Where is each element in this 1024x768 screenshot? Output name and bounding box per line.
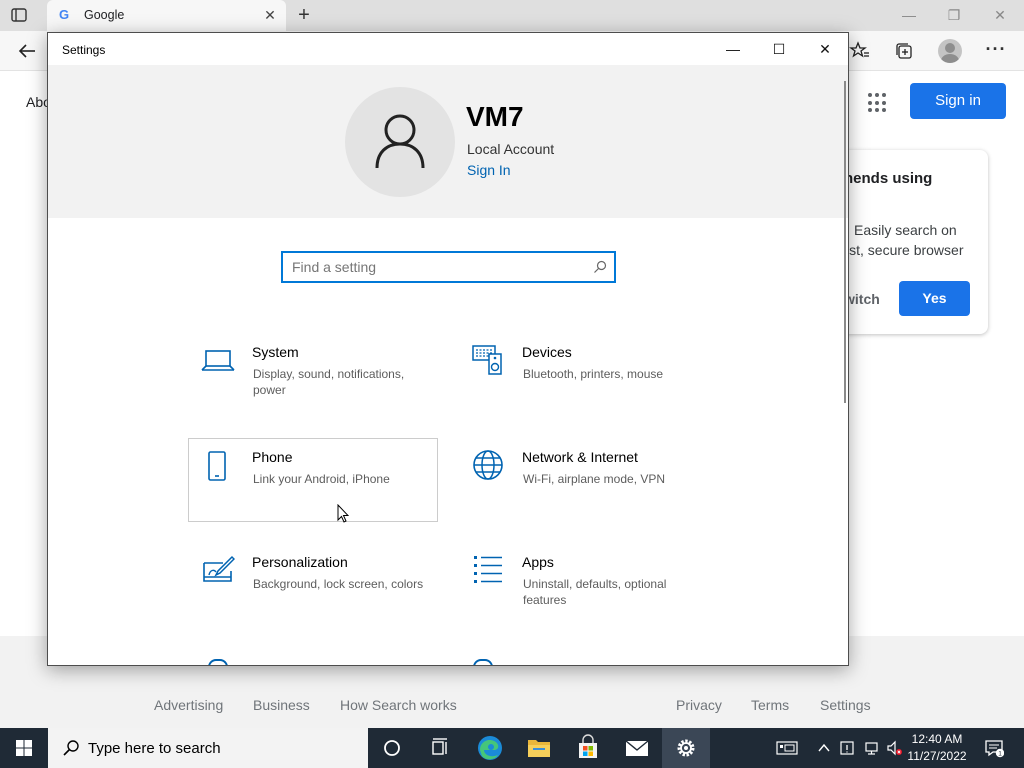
settings-window: Settings — ☐ ✕ VM7 Local Account Sign In (47, 32, 849, 666)
time-language-icon-partial (473, 659, 493, 665)
category-name: System (252, 344, 299, 360)
globe-icon (473, 450, 503, 480)
settings-window-title: Settings (62, 43, 106, 57)
footer-how-search-works-link[interactable]: How Search works (340, 697, 457, 713)
promo-text: Easily search on ist, secure browser (846, 220, 988, 260)
category-name: Devices (522, 344, 572, 360)
settings-maximize-button[interactable]: ☐ (756, 33, 802, 65)
browser-restore-button[interactable]: ❐ (944, 6, 964, 24)
tab-title: Google (84, 8, 125, 22)
category-system[interactable]: System Display, sound, notifications, po… (188, 333, 438, 417)
taskbar-search-placeholder: Type here to search (88, 740, 221, 757)
search-icon[interactable] (593, 260, 607, 274)
google-favicon-icon: G (59, 7, 70, 22)
category-description: Uninstall, defaults, optional features (523, 577, 667, 607)
file-explorer-icon[interactable] (515, 728, 563, 768)
chevron-up-icon[interactable] (816, 740, 832, 756)
collections-icon[interactable] (893, 40, 915, 62)
account-signin-link[interactable]: Sign In (467, 162, 511, 178)
tab-close-icon[interactable]: ✕ (262, 7, 278, 23)
more-options-icon[interactable]: ··· (985, 40, 1007, 62)
footer-business-link[interactable]: Business (253, 697, 310, 713)
category-description: Display, sound, notifications, power (253, 367, 405, 397)
category-description: Bluetooth, printers, mouse (523, 367, 664, 381)
security-shield-icon[interactable] (839, 740, 855, 756)
taskbar-search-box[interactable]: Type here to search (48, 728, 368, 768)
promo-text-line1: Easily search on (854, 222, 957, 238)
user-avatar[interactable] (345, 87, 455, 197)
category-network-internet[interactable]: Network & Internet Wi-Fi, airplane mode,… (458, 438, 708, 522)
tab-actions-icon[interactable] (10, 6, 28, 24)
footer-advertising-link[interactable]: Advertising (154, 697, 223, 713)
category-description: Wi-Fi, airplane mode, VPN (523, 472, 666, 486)
browser-tab-google[interactable]: G Google ✕ (47, 0, 286, 31)
accounts-icon-partial (208, 659, 228, 665)
user-silhouette-icon (375, 114, 425, 169)
settings-close-button[interactable]: ✕ (802, 33, 848, 65)
search-icon (63, 740, 79, 756)
promo-yes-button[interactable]: Yes (899, 281, 970, 316)
category-name: Phone (252, 449, 293, 465)
settings-scrollbar[interactable] (844, 81, 846, 403)
promo-switch-button[interactable]: witch (844, 291, 880, 307)
category-description: Background, lock screen, colors (253, 577, 424, 591)
mouse-cursor-icon (337, 504, 349, 523)
browser-close-button[interactable]: ✕ (990, 6, 1010, 24)
laptop-icon (201, 350, 235, 371)
category-name: Network & Internet (522, 449, 638, 465)
mail-icon[interactable] (613, 728, 661, 768)
footer-privacy-link[interactable]: Privacy (676, 697, 722, 713)
category-name: Apps (522, 554, 554, 570)
settings-titlebar[interactable]: Settings — ☐ ✕ (48, 33, 848, 65)
clock-date: 11/27/2022 (907, 749, 967, 763)
cortana-icon[interactable] (368, 728, 416, 768)
promo-text-line2: ist, secure browser (846, 242, 964, 258)
favorites-star-icon[interactable] (849, 40, 871, 62)
category-apps[interactable]: Apps Uninstall, defaults, optional featu… (458, 543, 708, 627)
browser-minimize-button[interactable]: — (899, 6, 919, 24)
clock-time: 12:40 AM (911, 732, 963, 746)
windows-start-icon[interactable] (0, 728, 48, 768)
category-name: Personalization (252, 554, 348, 570)
category-devices[interactable]: Devices Bluetooth, printers, mouse (458, 333, 708, 417)
notification-count: 1 (998, 750, 1002, 757)
category-description: Link your Android, iPhone (253, 472, 390, 486)
taskbar-clock[interactable]: 12:40 AM 11/27/2022 (904, 731, 970, 765)
phone-icon (208, 451, 226, 481)
settings-gear-icon[interactable] (662, 728, 710, 768)
category-phone[interactable]: Phone Link your Android, iPhone (188, 438, 438, 522)
windows-taskbar: Type here to search 12:40 AM 11/27/2022 … (0, 728, 1024, 768)
google-apps-icon[interactable] (868, 93, 888, 113)
account-type: Local Account (467, 141, 555, 157)
keyboard-layout-icon[interactable] (776, 740, 798, 756)
account-header: VM7 Local Account Sign In (48, 65, 848, 218)
footer-terms-link[interactable]: Terms (751, 697, 789, 713)
google-signin-button[interactable]: Sign in (910, 83, 1006, 119)
category-personalization[interactable]: Personalization Background, lock screen,… (188, 543, 438, 627)
find-setting-search[interactable] (281, 251, 616, 283)
profile-avatar[interactable] (938, 39, 962, 63)
find-setting-input[interactable] (283, 253, 573, 281)
keyboard-speaker-icon (472, 345, 502, 375)
browser-tab-bar: G Google ✕ + — ❐ ✕ (0, 0, 1024, 31)
network-icon[interactable] (864, 740, 880, 756)
volume-muted-icon[interactable] (886, 740, 902, 756)
notifications-icon[interactable]: 1 (984, 738, 1004, 758)
user-name: VM7 (466, 101, 524, 132)
new-tab-button[interactable]: + (294, 5, 314, 25)
settings-minimize-button[interactable]: — (710, 33, 756, 65)
paint-brush-icon (203, 555, 235, 582)
promo-heading: nends using (844, 170, 933, 187)
microsoft-store-icon[interactable] (564, 728, 612, 768)
footer-settings-link[interactable]: Settings (820, 697, 871, 713)
back-arrow-icon[interactable] (16, 40, 38, 62)
edge-browser-icon[interactable] (466, 728, 514, 768)
task-view-icon[interactable] (416, 728, 464, 768)
apps-list-icon (474, 556, 502, 583)
